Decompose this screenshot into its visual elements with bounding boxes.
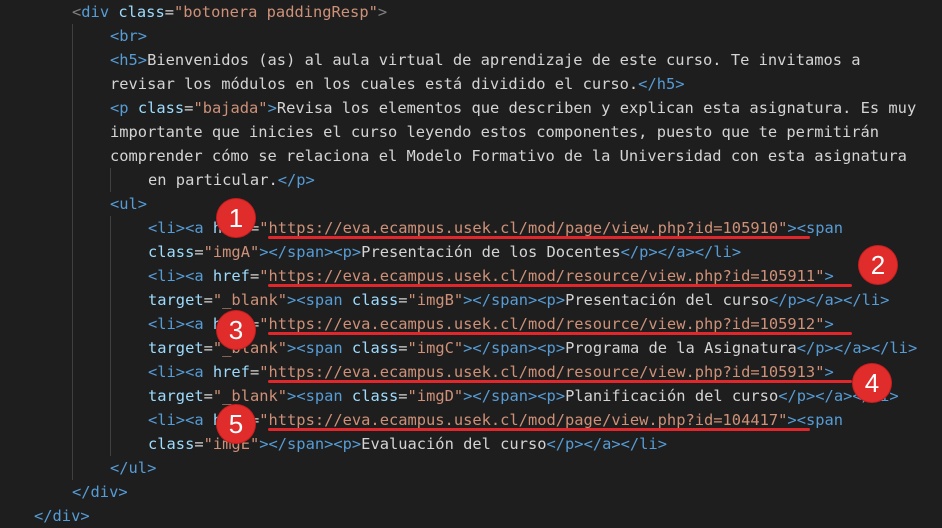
code-line: <p class="bajada">Revisa los elementos q… [110, 99, 917, 117]
code-line: <h5>Bienvenidos (as) al aula virtual de … [110, 51, 861, 69]
link-url[interactable]: "https://eva.ecampus.usek.cl/mod/resourc… [259, 363, 824, 381]
indent-guide [110, 216, 111, 456]
code-line: target="_blank"><span class="imgB"></spa… [148, 291, 890, 309]
url-underline [268, 428, 810, 431]
indent-guide [72, 24, 73, 480]
code-line: comprender cómo se relaciona el Modelo F… [110, 147, 907, 165]
annotation-badge-1: 1 [217, 199, 255, 237]
annotation-badge-4: 4 [853, 364, 891, 402]
link-url[interactable]: "https://eva.ecampus.usek.cl/mod/resourc… [259, 315, 824, 333]
code-line: </div> [34, 507, 90, 525]
code-line: importante que inicies el curso leyendo … [110, 123, 880, 141]
code-line: revisar los módulos en los cuales está d… [110, 75, 685, 93]
link-url[interactable]: "https://eva.ecampus.usek.cl/mod/resourc… [259, 267, 824, 285]
code-editor[interactable]: <div class="botonera paddingResp"> <br> … [0, 0, 942, 525]
code-line: </div> [72, 483, 128, 501]
link-url[interactable]: "https://eva.ecampus.usek.cl/mod/page/vi… [259, 411, 787, 429]
url-underline [268, 380, 852, 383]
code-line: class="imgA"></span><p>Presentación de l… [148, 243, 742, 261]
code-line: target="_blank"><span class="imgD"></spa… [148, 387, 899, 405]
url-underline [268, 332, 852, 335]
link-url[interactable]: "https://eva.ecampus.usek.cl/mod/page/vi… [259, 219, 787, 237]
url-underline [268, 236, 810, 239]
code-line: <div class="botonera paddingResp"> [72, 3, 388, 21]
code-line: target="_blank"><span class="imgC"></spa… [148, 339, 918, 357]
annotation-badge-2: 2 [859, 246, 897, 284]
code-line: <ul> [110, 195, 148, 213]
code-line: </ul> [110, 459, 157, 477]
url-underline [268, 284, 852, 287]
indent-guide [110, 168, 111, 192]
annotation-badge-5: 5 [217, 405, 255, 443]
code-line: en particular.</p> [148, 171, 315, 189]
annotation-badge-3: 3 [217, 311, 255, 349]
code-line: <br> [110, 27, 148, 45]
